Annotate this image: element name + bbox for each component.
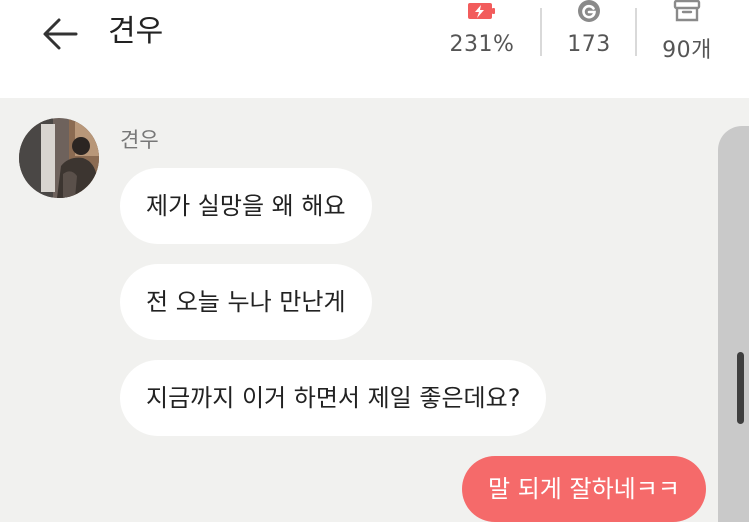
avatar[interactable] xyxy=(19,118,99,198)
coin-value: 173 xyxy=(567,32,611,57)
g-coin-icon xyxy=(578,0,600,22)
arrow-left-icon xyxy=(43,18,78,50)
archive-box-icon xyxy=(673,0,701,22)
chat-header: 견우 231% 173 90개 xyxy=(0,0,749,98)
page-title: 견우 xyxy=(108,14,164,49)
chat-area[interactable]: 견우 제가 실망을 왜 해요 전 오늘 누나 만난게 지금까지 이거 하면서 제… xyxy=(0,98,749,522)
sender-name: 견우 xyxy=(120,128,159,152)
scrollbar-track[interactable] xyxy=(718,126,749,522)
divider xyxy=(540,8,542,56)
profile-photo xyxy=(19,118,99,198)
battery-value: 231% xyxy=(449,32,515,57)
divider xyxy=(635,8,637,56)
message-bubble[interactable]: 전 오늘 누나 만난게 xyxy=(120,264,372,340)
coin-stat[interactable]: 173 xyxy=(544,0,634,57)
back-button[interactable] xyxy=(38,12,82,56)
message-bubble[interactable]: 제가 실망을 왜 해요 xyxy=(120,168,372,244)
chat-screen: 견우 231% 173 90개 견우 제가 실망을 왜 해요 전 오늘 누나 만… xyxy=(0,0,749,522)
my-message-bubble[interactable]: 말 되게 잘하네ㅋㅋ xyxy=(462,456,706,522)
battery-stat[interactable]: 231% xyxy=(437,0,527,57)
box-stat[interactable]: 90개 xyxy=(642,0,732,64)
battery-bolt-icon xyxy=(468,3,495,19)
message-bubble[interactable]: 지금까지 이거 하면서 제일 좋은데요? xyxy=(120,360,547,436)
box-value: 90개 xyxy=(662,38,712,63)
scrollbar-thumb[interactable] xyxy=(737,352,744,424)
